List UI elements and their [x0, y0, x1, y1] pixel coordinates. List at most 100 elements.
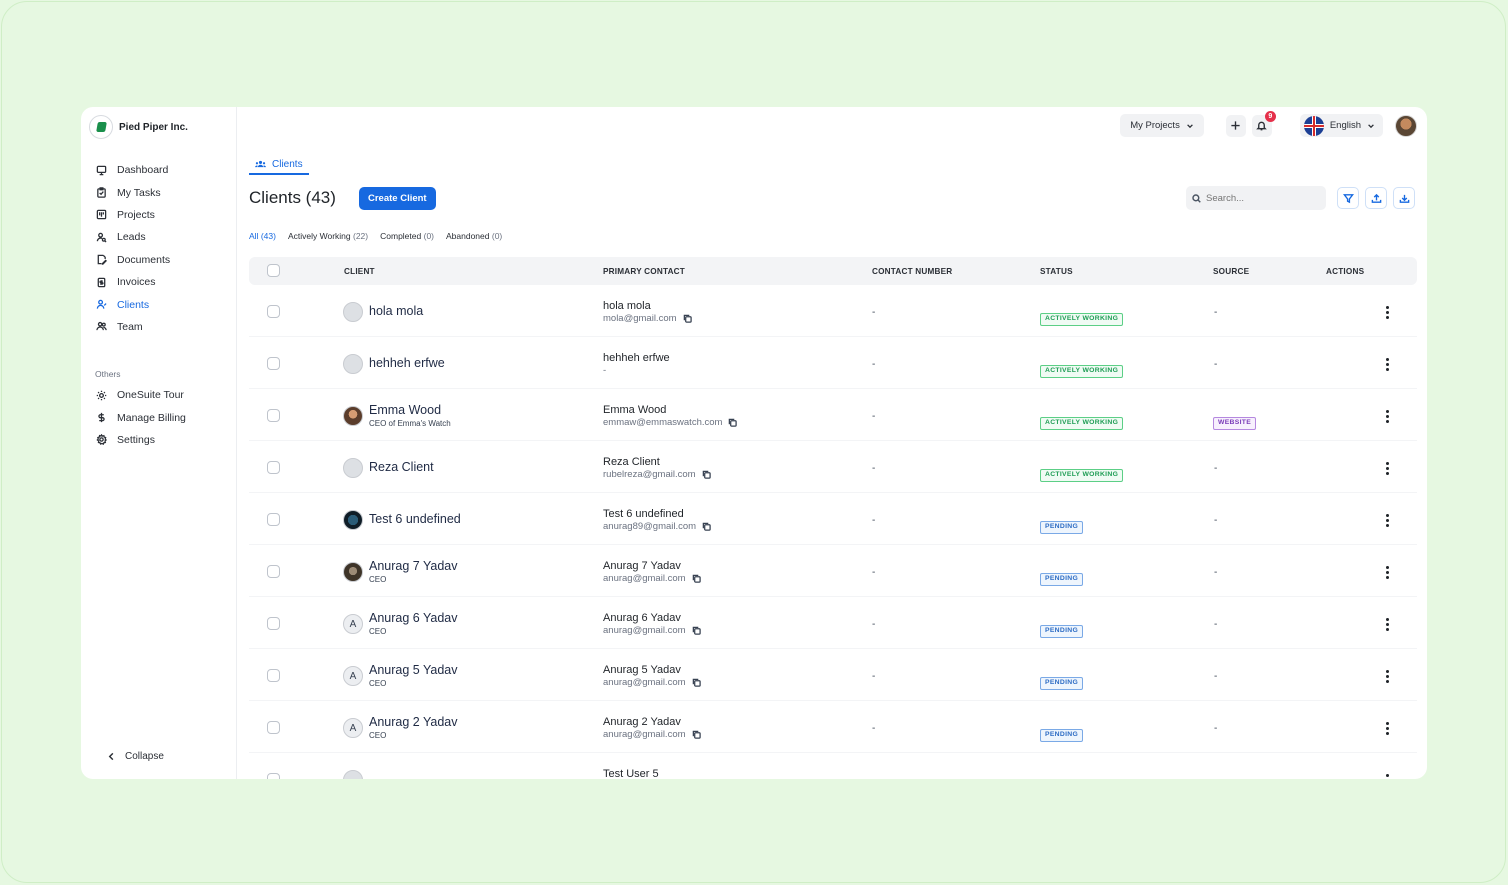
sidebar-item-label: Leads	[117, 231, 146, 244]
row-checkbox[interactable]	[267, 773, 280, 779]
collapse-label: Collapse	[125, 751, 164, 762]
table-row[interactable]: Reza Client Reza Client rubelreza@gmail.co…	[249, 441, 1417, 493]
more-actions-icon[interactable]	[1385, 722, 1389, 735]
collapse-button[interactable]: Collapse	[107, 751, 164, 762]
user-avatar[interactable]	[1395, 114, 1417, 137]
client-name[interactable]: Anurag 7 Yadav	[369, 559, 458, 573]
more-actions-icon[interactable]	[1385, 410, 1389, 423]
more-actions-icon[interactable]	[1385, 358, 1389, 371]
header-client[interactable]: CLIENT	[344, 267, 375, 276]
filter-label: All	[249, 231, 259, 241]
contact-number: -	[872, 515, 876, 526]
export-button[interactable]	[1365, 187, 1387, 209]
table-row[interactable]: A Anurag 6 Yadav CEO Anurag 6 Yadav anurag@g…	[249, 597, 1417, 649]
row-checkbox[interactable]	[267, 461, 280, 474]
header-source[interactable]: SOURCE	[1213, 267, 1249, 276]
sidebar-item-label: OneSuite Tour	[117, 389, 184, 402]
client-name[interactable]: Reza Client	[369, 460, 434, 474]
table-row[interactable]: A Anurag 2 Yadav CEO Anurag 2 Yadav anurag@g…	[249, 701, 1417, 753]
row-checkbox[interactable]	[267, 305, 280, 318]
row-checkbox[interactable]	[267, 721, 280, 734]
select-all-checkbox[interactable]	[267, 264, 280, 277]
row-checkbox[interactable]	[267, 513, 280, 526]
more-actions-icon[interactable]	[1385, 618, 1389, 631]
row-checkbox[interactable]	[267, 669, 280, 682]
sidebar-item-my-tasks[interactable]: My Tasks	[95, 181, 230, 203]
brand[interactable]: Pied Piper Inc.	[89, 115, 188, 139]
header-primary-contact[interactable]: PRIMARY CONTACT	[603, 267, 685, 276]
sidebar-item-manage-billing[interactable]: Manage Billing	[95, 406, 230, 428]
row-checkbox[interactable]	[267, 409, 280, 422]
copy-icon[interactable]	[683, 314, 692, 323]
language-dropdown[interactable]: English	[1299, 114, 1383, 137]
client-name[interactable]: Anurag 2 Yadav	[369, 715, 458, 729]
more-actions-icon[interactable]	[1385, 774, 1389, 779]
filter-all[interactable]: All (43)	[249, 231, 276, 241]
sidebar-item-onesuite-tour[interactable]: OneSuite Tour	[95, 384, 230, 406]
contact-number: -	[872, 619, 876, 630]
more-actions-icon[interactable]	[1385, 306, 1389, 319]
row-checkbox[interactable]	[267, 565, 280, 578]
filter-abandoned[interactable]: Abandoned (0)	[446, 231, 502, 241]
filter-button[interactable]	[1337, 187, 1359, 209]
download-button[interactable]	[1393, 187, 1415, 209]
header-contact-number[interactable]: CONTACT NUMBER	[872, 267, 952, 276]
copy-icon[interactable]	[692, 730, 701, 739]
filter-count: (43)	[260, 231, 276, 241]
header-status[interactable]: STATUS	[1040, 267, 1073, 276]
contact-name: Reza Client	[603, 456, 660, 468]
more-actions-icon[interactable]	[1385, 514, 1389, 527]
more-actions-icon[interactable]	[1385, 462, 1389, 475]
table-row[interactable]: Emma Wood CEO of Emma's Watch Emma Wood emm…	[249, 389, 1417, 441]
client-name[interactable]: Anurag 6 Yadav	[369, 611, 458, 625]
sidebar-item-clients[interactable]: Clients	[95, 293, 230, 315]
contact-email: rubelreza@gmail.com	[603, 469, 696, 480]
copy-icon[interactable]	[702, 522, 711, 531]
copy-icon[interactable]	[728, 418, 738, 427]
sidebar-item-dashboard[interactable]: Dashboard	[95, 159, 230, 181]
topbar: My Projects 9 English	[1120, 110, 1417, 137]
search-box[interactable]	[1186, 186, 1326, 210]
add-button[interactable]	[1225, 114, 1246, 137]
contact-email: anurag@gmail.com	[603, 677, 686, 688]
client-name[interactable]: hehheh erfwe	[369, 356, 445, 370]
more-actions-icon[interactable]	[1385, 566, 1389, 579]
table-row[interactable]: Test 6 undefined Test 6 undefined anurag89…	[249, 493, 1417, 545]
table-row[interactable]: Test User 5 - -	[249, 753, 1417, 779]
sidebar-item-team[interactable]: Team	[95, 316, 230, 338]
filter-actively-working[interactable]: Actively Working (22)	[288, 231, 368, 241]
search-input[interactable]	[1206, 192, 1316, 204]
tab-clients[interactable]: Clients	[249, 155, 309, 175]
row-checkbox[interactable]	[267, 617, 280, 630]
filter-completed[interactable]: Completed (0)	[380, 231, 434, 241]
sidebar-item-settings[interactable]: Settings	[95, 429, 230, 451]
client-name[interactable]: Emma Wood	[369, 403, 451, 417]
table-row[interactable]: A Anurag 5 Yadav CEO Anurag 5 Yadav anurag@g…	[249, 649, 1417, 701]
create-client-button[interactable]: Create Client	[359, 187, 436, 210]
contact-number: -	[872, 463, 876, 474]
table-row[interactable]: hehheh erfwe hehheh erfwe - - ACTIVELY WORKI…	[249, 337, 1417, 389]
tab-clients-label: Clients	[272, 158, 303, 170]
sidebar-item-documents[interactable]: Documents	[95, 249, 230, 271]
client-name[interactable]: hola mola	[369, 304, 423, 318]
client-name[interactable]: Test 6 undefined	[369, 512, 461, 526]
filter-icon	[1342, 193, 1354, 203]
sidebar-item-invoices[interactable]: Invoices	[95, 271, 230, 293]
status-filters: All (43) Actively Working (22) Completed (…	[249, 231, 502, 241]
contact-name: Test 6 undefined	[603, 508, 684, 520]
more-actions-icon[interactable]	[1385, 670, 1389, 683]
sidebar-item-projects[interactable]: Projects	[95, 204, 230, 226]
table-row[interactable]: Anurag 7 Yadav CEO Anurag 7 Yadav anurag@gm…	[249, 545, 1417, 597]
status-badge: PENDING	[1040, 625, 1084, 638]
sidebar-item-leads[interactable]: Leads	[95, 226, 230, 248]
my-projects-dropdown[interactable]: My Projects	[1120, 114, 1204, 137]
copy-icon[interactable]	[702, 470, 711, 479]
copy-icon[interactable]	[692, 574, 701, 583]
row-checkbox[interactable]	[267, 357, 280, 370]
table-row[interactable]: hola mola hola mola mola@gmail.com - ACTIVEL…	[249, 285, 1417, 337]
copy-icon[interactable]	[692, 626, 701, 635]
client-name[interactable]: Anurag 5 Yadav	[369, 663, 458, 677]
notifications-button[interactable]: 9	[1251, 110, 1276, 137]
copy-icon[interactable]	[692, 678, 701, 687]
avatar-initial: A	[349, 722, 357, 734]
